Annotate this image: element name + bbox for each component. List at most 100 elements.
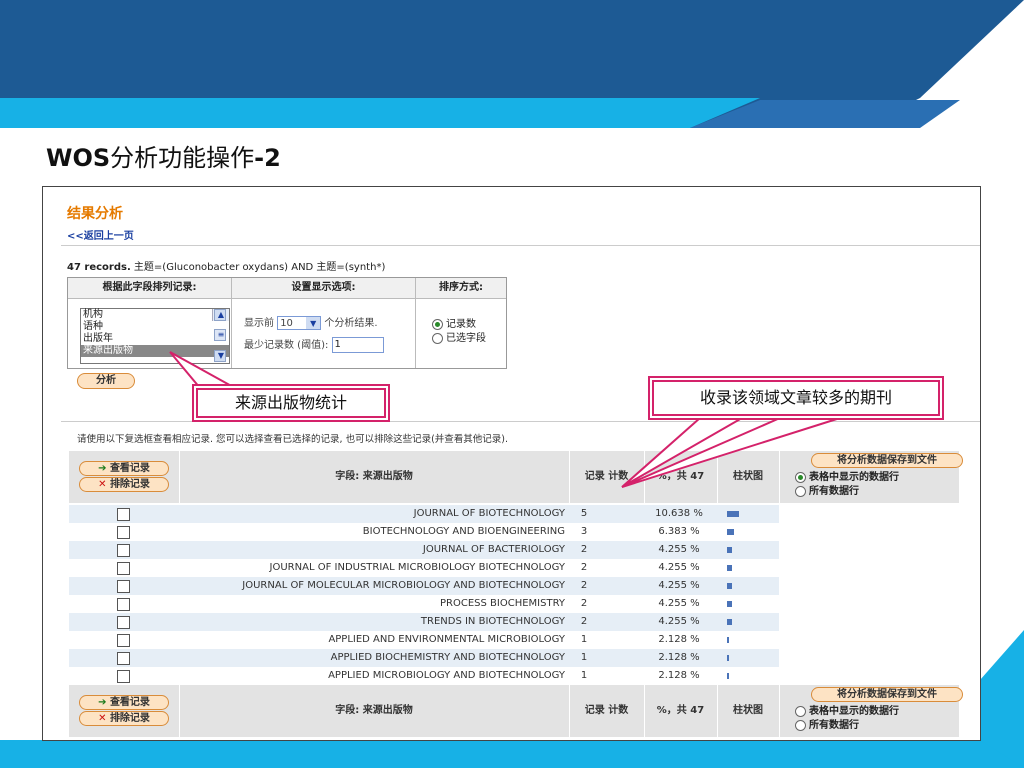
row-checkbox[interactable]: [117, 580, 130, 593]
bar-column-header: 柱状图: [733, 705, 763, 716]
field-option[interactable]: 出版年: [81, 333, 229, 345]
row-count: 2: [580, 544, 588, 555]
row-bar: [727, 619, 732, 625]
show-suffix-label: 个分析结果.: [324, 318, 378, 329]
row-percent: 6.383 %: [658, 526, 700, 537]
save-all-label: 所有数据行: [809, 486, 859, 497]
table-row: JOURNAL OF INDUSTRIAL MICROBIOLOGY BIOTE…: [69, 559, 779, 577]
exclude-records-button[interactable]: ✕ 排除记录: [79, 477, 169, 492]
percent-column-header: %，共 47: [656, 471, 705, 482]
table-row: JOURNAL OF MOLECULAR MICROBIOLOGY AND BI…: [69, 577, 779, 595]
sort-field-label: 已选字段: [446, 333, 486, 344]
exclude-records-label: 排除记录: [109, 713, 150, 724]
row-percent: 4.255 %: [658, 544, 700, 555]
records-query: 主题=(Gluconobacter oxydans) AND 主题=(synth…: [130, 262, 386, 273]
count-column-header[interactable]: 记录 计数: [569, 685, 644, 737]
records-summary: 47 records. 主题=(Gluconobacter oxydans) A…: [67, 258, 385, 273]
sort-by-records-option[interactable]: 记录数: [432, 318, 486, 332]
view-records-button[interactable]: ➔ 查看记录: [79, 695, 169, 710]
divider: [779, 685, 780, 737]
save-all-label: 所有数据行: [809, 720, 859, 731]
row-count: 1: [580, 670, 588, 681]
table-footer: ➔ 查看记录 ✕ 排除记录 字段: 来源出版物 记录 计数 %，共 47 柱状图…: [69, 685, 963, 737]
rank-field-header: 根据此字段排列记录:: [68, 278, 231, 299]
records-count: 47 records.: [67, 262, 131, 273]
row-count: 2: [580, 616, 588, 627]
row-source-name: JOURNAL OF BACTERIOLOGY: [422, 544, 565, 555]
row-count: 2: [580, 580, 588, 591]
row-percent: 4.255 %: [658, 598, 700, 609]
field-option-selected[interactable]: 来源出版物: [81, 345, 229, 357]
slide-title-text: 分析功能操作: [110, 144, 255, 172]
view-records-button[interactable]: ➔ 查看记录: [79, 461, 169, 476]
row-source-name: APPLIED MICROBIOLOGY AND BIOTECHNOLOGY: [328, 670, 565, 681]
row-source-name: APPLIED AND ENVIRONMENTAL MICROBIOLOGY: [328, 634, 565, 645]
divider: [779, 451, 780, 503]
save-options-top: 将分析数据保存到文件 表格中显示的数据行 所有数据行: [791, 451, 963, 503]
radio-icon[interactable]: [432, 332, 443, 344]
row-bar: [727, 655, 729, 661]
row-percent: 4.255 %: [658, 580, 700, 591]
row-source-name: BIOTECHNOLOGY AND BIOENGINEERING: [362, 526, 565, 537]
show-count-select[interactable]: 10 ▼: [277, 316, 322, 330]
save-shown-option[interactable]: 表格中显示的数据行: [795, 705, 899, 718]
arrow-right-icon: ➔: [98, 463, 107, 474]
count-column-header[interactable]: 记录 计数: [569, 451, 644, 503]
row-checkbox[interactable]: [117, 562, 130, 575]
save-to-file-button[interactable]: 将分析数据保存到文件: [811, 687, 963, 702]
row-bar: [727, 583, 732, 589]
save-to-file-button[interactable]: 将分析数据保存到文件: [811, 453, 963, 468]
row-count: 1: [580, 634, 588, 645]
back-link[interactable]: <<返回上一页: [67, 227, 134, 242]
field-option[interactable]: 语种: [81, 321, 229, 333]
row-count: 1: [580, 652, 588, 663]
min-records-input[interactable]: 1: [331, 337, 384, 353]
save-shown-label: 表格中显示的数据行: [809, 706, 899, 717]
sort-records-label: 记录数: [446, 319, 476, 330]
row-checkbox[interactable]: [117, 670, 130, 683]
row-checkbox[interactable]: [117, 634, 130, 647]
page-title: 结果分析: [67, 206, 123, 222]
listbox-scrollbar[interactable]: ▲ ≡ ▼: [212, 309, 229, 362]
radio-icon[interactable]: [795, 485, 806, 497]
exclude-records-button[interactable]: ✕ 排除记录: [79, 711, 169, 726]
radio-selected-icon[interactable]: [795, 471, 806, 483]
table-row: PROCESS BIOCHEMISTRY 2 4.255 %: [69, 595, 779, 613]
slide-title-prefix: WOS: [46, 144, 111, 172]
bar-column-header: 柱状图: [733, 471, 763, 482]
row-bar: [727, 637, 729, 643]
callout-source-stats: 来源出版物统计: [196, 388, 386, 418]
scroll-thumb[interactable]: ≡: [214, 329, 226, 341]
chevron-down-icon: ▼: [306, 317, 321, 329]
radio-selected-icon[interactable]: [432, 318, 443, 330]
sort-by-field-option[interactable]: 已选字段: [432, 332, 486, 346]
row-checkbox[interactable]: [117, 544, 130, 557]
row-checkbox[interactable]: [117, 598, 130, 611]
scroll-down-icon[interactable]: ▼: [214, 350, 226, 362]
slide-header-decoration: [690, 0, 1024, 128]
row-bar: [727, 565, 732, 571]
view-records-label: 查看记录: [109, 463, 150, 474]
row-bar: [727, 547, 732, 553]
scroll-up-icon[interactable]: ▲: [214, 309, 226, 321]
radio-icon[interactable]: [795, 719, 806, 731]
row-checkbox[interactable]: [117, 526, 130, 539]
save-shown-option[interactable]: 表格中显示的数据行: [795, 471, 899, 484]
row-count: 2: [580, 562, 588, 573]
callout-top-journals: 收录该领域文章较多的期刊: [652, 380, 940, 416]
field-column-header: 字段: 来源出版物: [335, 705, 413, 716]
field-listbox[interactable]: 机构 语种 出版年 来源出版物 ▲ ≡ ▼: [80, 308, 230, 364]
save-all-option[interactable]: 所有数据行: [795, 485, 859, 498]
analyze-button[interactable]: 分析: [77, 373, 135, 389]
save-all-option[interactable]: 所有数据行: [795, 719, 859, 732]
analysis-panel: 结果分析 <<返回上一页 47 records. 主题=(Gluconobact…: [42, 186, 981, 741]
row-checkbox[interactable]: [117, 652, 130, 665]
sort-options: 记录数 已选字段: [432, 318, 486, 346]
table-row: APPLIED BIOCHEMISTRY AND BIOTECHNOLOGY 1 2…: [69, 649, 779, 667]
radio-icon[interactable]: [795, 705, 806, 717]
field-option[interactable]: 机构: [81, 309, 229, 321]
min-records-label: 最少记录数 (阈值):: [244, 340, 329, 351]
row-source-name: JOURNAL OF MOLECULAR MICROBIOLOGY AND BI…: [242, 580, 565, 591]
row-checkbox[interactable]: [117, 508, 130, 521]
row-checkbox[interactable]: [117, 616, 130, 629]
